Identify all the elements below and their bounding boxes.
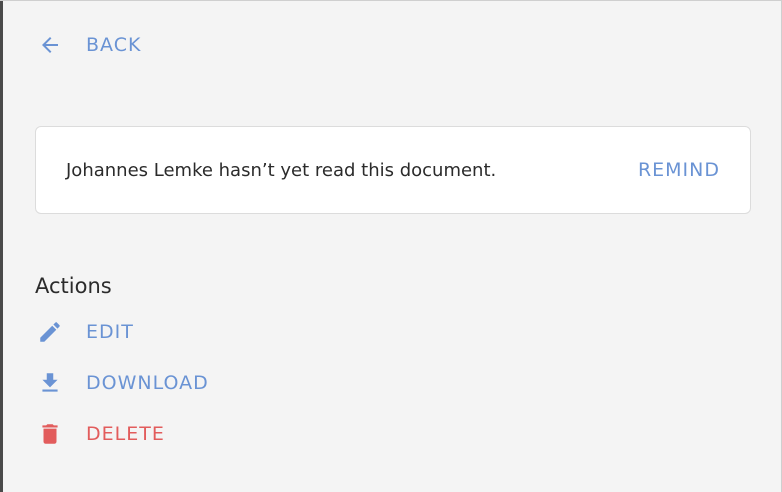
back-label: BACK — [86, 34, 142, 56]
window-edge-top — [0, 0, 782, 1]
window-edge-left — [0, 0, 3, 492]
arrow-left-icon — [36, 31, 64, 59]
download-button[interactable]: DOWNLOAD — [36, 367, 209, 399]
edit-label: EDIT — [86, 321, 134, 343]
read-status-notice: Johannes Lemke hasn’t yet read this docu… — [35, 126, 751, 214]
pencil-icon — [36, 318, 64, 346]
back-button[interactable]: BACK — [36, 28, 141, 62]
actions-heading: Actions — [35, 274, 112, 298]
delete-label: DELETE — [86, 423, 165, 445]
notice-text: Johannes Lemke hasn’t yet read this docu… — [66, 159, 497, 181]
trash-icon — [36, 420, 64, 448]
download-label: DOWNLOAD — [86, 372, 209, 394]
edit-button[interactable]: EDIT — [36, 316, 134, 348]
download-icon — [36, 369, 64, 397]
delete-button[interactable]: DELETE — [36, 418, 165, 450]
remind-button[interactable]: REMIND — [638, 159, 720, 181]
